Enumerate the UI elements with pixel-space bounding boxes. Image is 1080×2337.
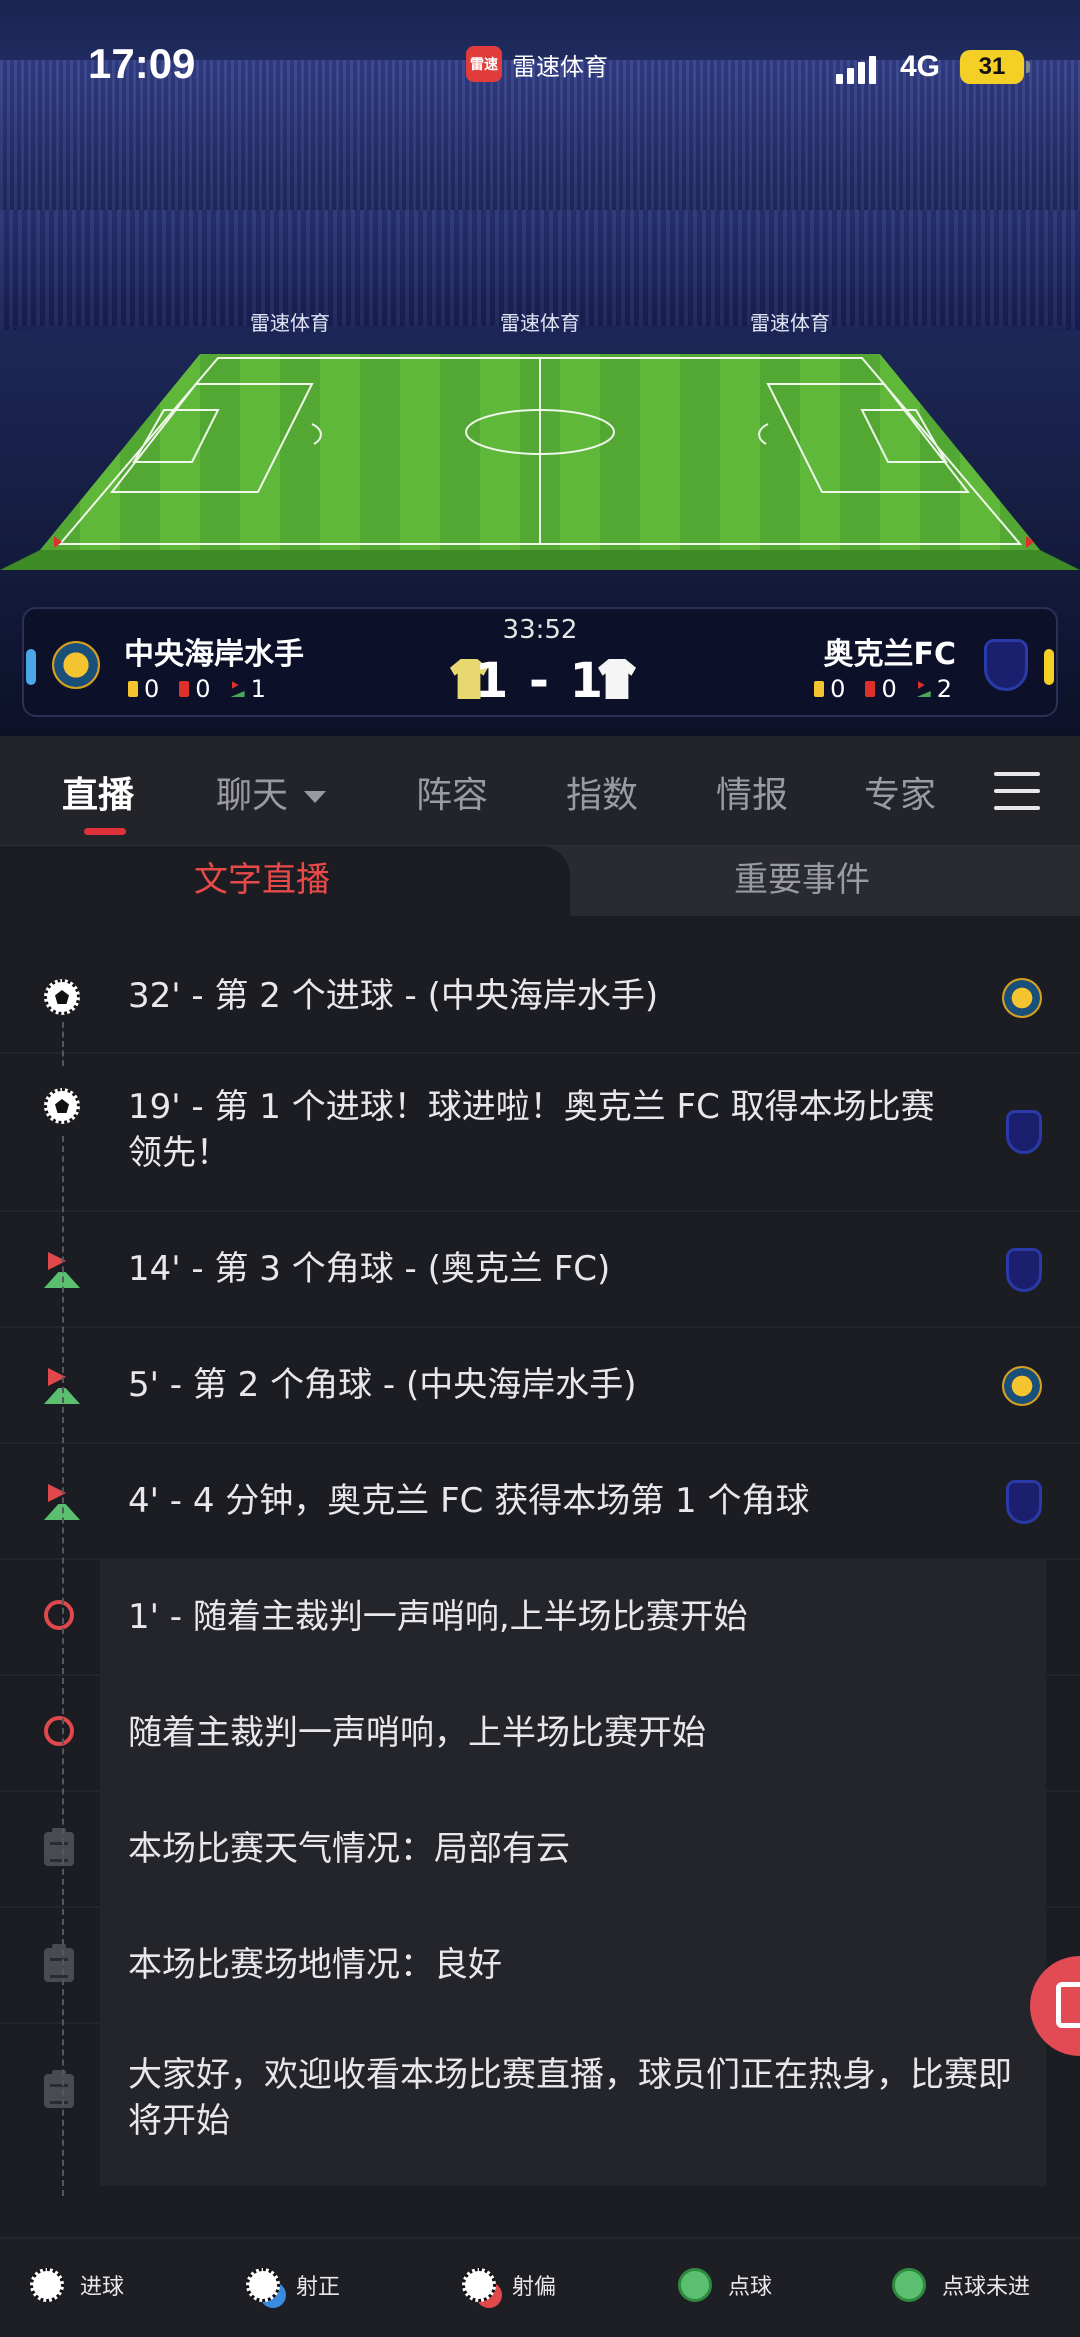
tab-experts[interactable]: 专家 <box>864 766 936 818</box>
tab-chat[interactable]: 聊天 <box>216 766 327 818</box>
whistle-icon <box>44 1716 74 1746</box>
event-row: 大家好，欢迎收看本场比赛直播，球员们正在热身，比赛即将开始 <box>0 2024 1080 2186</box>
scoreboard: 中央海岸水手 0 0 1 33:52 1 - 1 奥克兰FC 0 0 2 <box>22 607 1058 717</box>
away-team-stats: 0 0 2 <box>814 675 952 703</box>
event-text: 5' - 第 2 个角球 - (中央海岸水手) <box>128 1365 637 1405</box>
event-row: 本场比赛场地情况：良好 <box>0 1908 1080 2024</box>
app-brand: 雷速 雷速体育 <box>466 46 608 82</box>
tab-chat-label: 聊天 <box>216 775 289 816</box>
event-text: 本场比赛场地情况：良好 <box>128 1945 502 1985</box>
app-logo-icon: 雷速 <box>466 46 502 82</box>
legend-item: 点球未进 <box>892 2268 1030 2302</box>
away-yellow-count: 0 <box>830 675 846 703</box>
penalty-missed-icon <box>892 2268 926 2302</box>
legend-label: 点球未进 <box>942 2275 1031 2300</box>
event-legend: 进球 射正 射偏 点球 点球未进 <box>0 2237 1080 2337</box>
tab-lineup[interactable]: 阵容 <box>416 766 488 818</box>
shot-on-target-icon <box>246 2268 280 2302</box>
yellow-card-icon <box>814 681 825 697</box>
away-corner-count: 2 <box>936 675 952 703</box>
status-bar: 17:09 雷速 雷速体育 4G 31 <box>0 0 1080 130</box>
pitch-ad-1: 雷速体育 <box>250 312 330 335</box>
event-text: 14' - 第 3 个角球 - (奥克兰 FC) <box>128 1249 611 1289</box>
sub-tab-bar: 文字直播 重要事件 <box>0 846 1080 916</box>
battery-icon: 31 <box>960 50 1030 84</box>
tab-odds[interactable]: 指数 <box>566 766 638 818</box>
pitch-ad-3: 雷速体育 <box>750 312 830 335</box>
home-team-crest-icon <box>1002 1366 1042 1406</box>
corner-flag-icon <box>917 681 931 697</box>
note-icon <box>44 2070 74 2108</box>
legend-label: 点球 <box>728 2275 773 2300</box>
event-row: 14' - 第 3 个角球 - (奥克兰 FC) <box>0 1212 1080 1328</box>
legend-item: 射偏 <box>462 2268 556 2302</box>
event-text: 19' - 第 1 个进球！球进啦！奥克兰 FC 取得本场比赛领先！ <box>128 1087 935 1173</box>
pitch-ad-2: 雷速体育 <box>500 312 580 335</box>
legend-item: 点球 <box>678 2268 772 2302</box>
penalty-icon <box>678 2268 712 2302</box>
network-type: 4G <box>900 50 941 83</box>
event-text: 大家好，欢迎收看本场比赛直播，球员们正在热身，比赛即将开始 <box>128 2055 1012 2141</box>
goal-icon <box>44 1088 80 1124</box>
event-row: 19' - 第 1 个进球！球进啦！奥克兰 FC 取得本场比赛领先！ <box>0 1054 1080 1212</box>
away-team-crest-icon <box>1006 1248 1042 1292</box>
event-row: 5' - 第 2 个角球 - (中央海岸水手) <box>0 1328 1080 1444</box>
legend-label: 射偏 <box>512 2275 557 2300</box>
red-card-icon <box>865 681 876 697</box>
legend-label: 进球 <box>80 2275 125 2300</box>
event-text: 随着主裁判一声哨响，上半场比赛开始 <box>128 1713 706 1753</box>
away-team-crest-icon <box>1006 1110 1042 1154</box>
goal-icon <box>44 979 80 1015</box>
goal-icon <box>30 2268 64 2302</box>
legend-label: 射正 <box>296 2275 341 2300</box>
event-row: 随着主裁判一声哨响，上半场比赛开始 <box>0 1676 1080 1792</box>
chevron-down-icon <box>304 791 327 803</box>
event-text: 32' - 第 2 个进球 - (中央海岸水手) <box>128 976 659 1016</box>
event-text: 本场比赛天气情况：局部有云 <box>128 1829 570 1869</box>
active-tab-indicator <box>84 828 126 835</box>
tab-intel[interactable]: 情报 <box>716 766 788 818</box>
whistle-icon <box>44 1600 74 1630</box>
legend-item: 射正 <box>246 2268 340 2302</box>
note-icon <box>44 1828 74 1866</box>
app-name: 雷速体育 <box>512 52 608 81</box>
away-team-name[interactable]: 奥克兰FC <box>823 629 956 673</box>
shot-off-target-icon <box>462 2268 496 2302</box>
event-row: 32' - 第 2 个进球 - (中央海岸水手) <box>0 940 1080 1054</box>
legend-item: 进球 <box>30 2268 124 2302</box>
status-time: 17:09 <box>88 40 196 87</box>
stadium-header: 雷速体育 雷速体育 雷速体育 17:09 雷速 雷速体育 4G 31 中央海岸水… <box>0 0 1080 736</box>
signal-icon <box>836 54 876 84</box>
tab-live[interactable]: 直播 <box>62 766 134 818</box>
note-icon <box>44 1944 74 1982</box>
subtab-text-live[interactable]: 文字直播 <box>194 852 330 901</box>
menu-icon[interactable] <box>994 772 1040 810</box>
home-team-crest-icon <box>1002 978 1042 1018</box>
away-team-crest-icon <box>1006 1480 1042 1524</box>
event-row: 本场比赛天气情况：局部有云 <box>0 1792 1080 1908</box>
away-team-crest-icon[interactable] <box>984 639 1028 691</box>
subtab-key-events[interactable]: 重要事件 <box>734 852 870 901</box>
main-tab-bar: 直播 聊天 阵容 指数 情报 专家 <box>0 736 1080 846</box>
event-text: 1' - 随着主裁判一声哨响,上半场比赛开始 <box>128 1597 748 1637</box>
away-red-count: 0 <box>881 675 897 703</box>
pitch-graphic: 雷速体育 雷速体育 雷速体育 <box>0 312 1080 570</box>
event-text: 4' - 4 分钟，奥克兰 FC 获得本场第 1 个角球 <box>128 1481 810 1521</box>
timeline-connector <box>62 1136 64 2196</box>
event-row: 1' - 随着主裁判一声哨响,上半场比赛开始 <box>0 1560 1080 1676</box>
event-row: 4' - 4 分钟，奥克兰 FC 获得本场第 1 个角球 <box>0 1444 1080 1560</box>
